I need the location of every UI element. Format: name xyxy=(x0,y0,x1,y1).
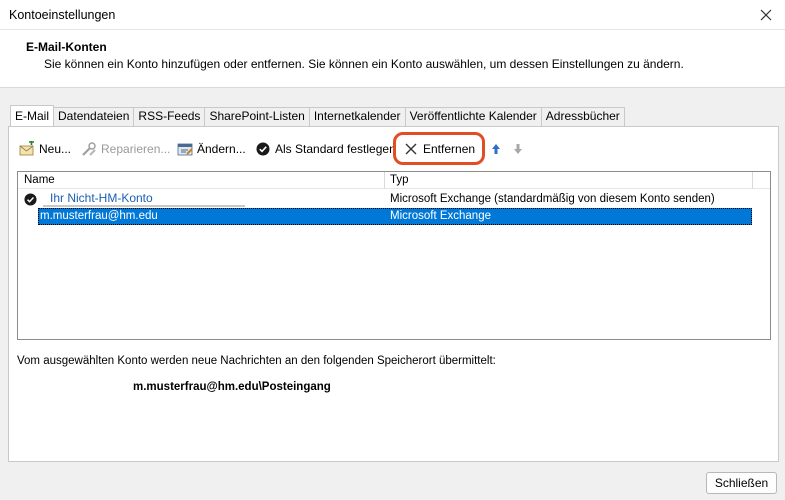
window-close-button[interactable] xyxy=(755,4,777,26)
account-type: Microsoft Exchange xyxy=(390,210,491,222)
set-default-button[interactable]: Als Standard festlegen xyxy=(255,139,396,159)
move-up-button[interactable] xyxy=(488,139,508,159)
tools-icon xyxy=(81,141,97,157)
section-description: Sie können ein Konto hinzufügen oder ent… xyxy=(44,57,684,71)
close-icon xyxy=(760,9,772,21)
tab-internet-calendars[interactable]: Internetkalender xyxy=(308,107,406,126)
remove-x-icon xyxy=(403,141,419,157)
list-header: Name Typ xyxy=(18,172,770,189)
set-default-label: Als Standard festlegen xyxy=(275,142,396,156)
new-account-label: Neu... xyxy=(39,142,72,156)
tab-address-books[interactable]: Adressbücher xyxy=(540,107,625,126)
title-bar: Kontoeinstellungen xyxy=(0,0,785,30)
account-name: Ihr Nicht-HM-Konto xyxy=(43,190,245,207)
change-account-icon xyxy=(177,141,193,157)
column-divider[interactable] xyxy=(752,172,753,189)
column-header-name[interactable]: Name xyxy=(24,174,55,186)
delivery-info: Vom ausgewählten Konto werden neue Nachr… xyxy=(17,355,496,367)
section-title: E-Mail-Konten xyxy=(26,40,107,54)
tab-sharepoint-lists[interactable]: SharePoint-Listen xyxy=(204,107,310,126)
tab-rss-feeds[interactable]: RSS-Feeds xyxy=(133,107,206,126)
new-mail-icon xyxy=(19,141,35,157)
remove-label: Entfernen xyxy=(423,142,476,156)
new-account-button[interactable]: Neu... xyxy=(19,139,71,159)
account-name: m.musterfrau@hm.edu xyxy=(40,210,158,222)
tab-strip: E-Mail Datendateien RSS-Feeds SharePoint… xyxy=(10,105,625,126)
tab-email[interactable]: E-Mail xyxy=(10,105,55,126)
header-band: E-Mail-Konten Sie können ein Konto hinzu… xyxy=(0,30,785,88)
repair-button[interactable]: Reparieren... xyxy=(81,139,170,159)
close-button[interactable]: Schließen xyxy=(706,472,777,494)
change-button[interactable]: Ändern... xyxy=(177,139,246,159)
table-row[interactable]: Ihr Nicht-HM-Konto Microsoft Exchange (s… xyxy=(18,190,752,208)
default-account-check-icon xyxy=(24,193,37,206)
column-header-type[interactable]: Typ xyxy=(390,174,409,186)
remove-button[interactable]: Entfernen xyxy=(403,139,475,159)
account-list[interactable]: Name Typ Ihr Nicht-HM-Konto Microsoft Ex… xyxy=(17,171,771,340)
email-tab-panel: Neu... Reparieren... Ändern... Als Stand… xyxy=(8,126,779,462)
move-down-button[interactable] xyxy=(510,139,530,159)
column-divider[interactable] xyxy=(384,172,385,189)
window-title: Kontoeinstellungen xyxy=(9,8,116,22)
tab-published-calendars[interactable]: Veröffentlichte Kalender xyxy=(404,107,542,126)
tab-data-files[interactable]: Datendateien xyxy=(53,107,135,126)
arrow-up-icon xyxy=(488,141,504,157)
change-label: Ändern... xyxy=(197,142,246,156)
checkmark-circle-icon xyxy=(255,141,271,157)
arrow-down-icon xyxy=(510,141,526,157)
table-row-selected[interactable]: m.musterfrau@hm.edu Microsoft Exchange xyxy=(38,208,752,225)
delivery-location: m.musterfrau@hm.edu\Posteingang xyxy=(133,381,331,393)
repair-label: Reparieren... xyxy=(101,142,171,156)
account-type: Microsoft Exchange (standardmäßig von di… xyxy=(390,193,715,205)
